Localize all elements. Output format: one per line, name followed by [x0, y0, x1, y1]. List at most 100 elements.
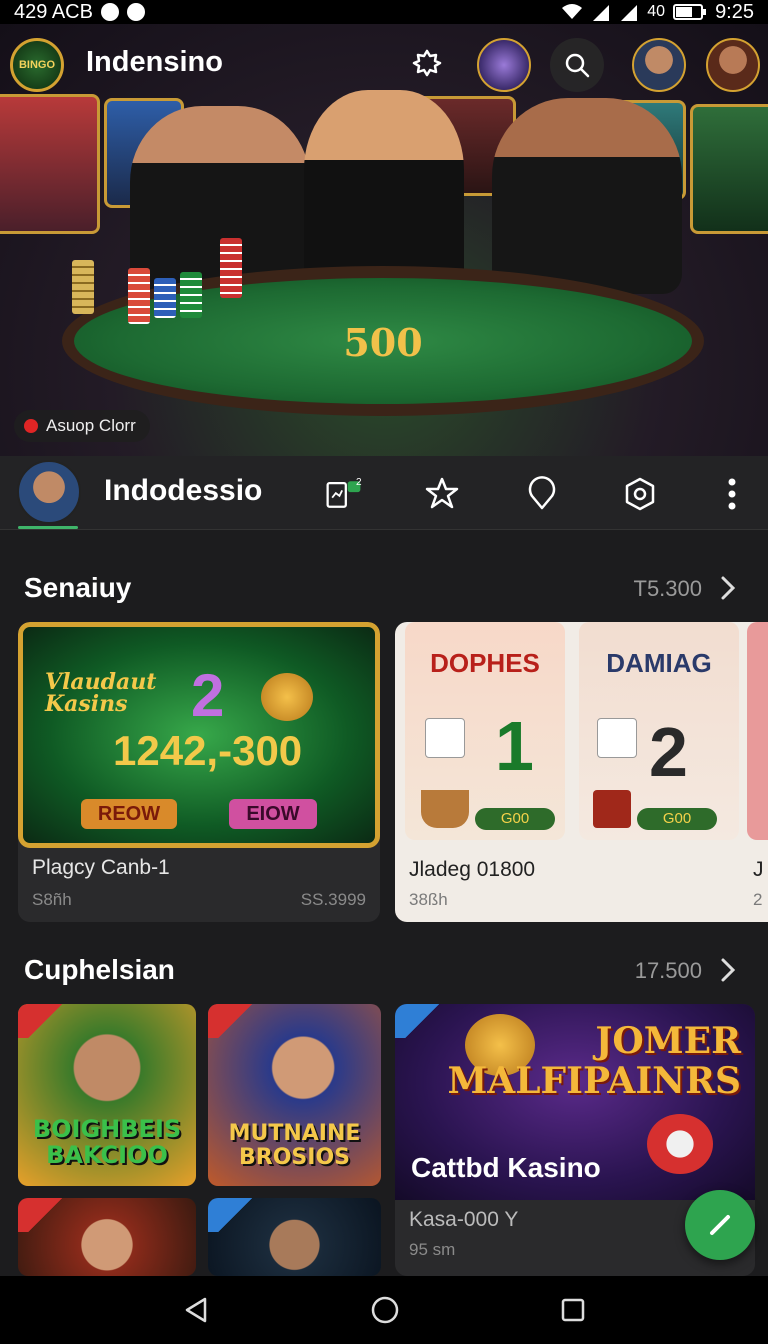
recents-icon — [561, 1298, 585, 1322]
edit-icon — [710, 1215, 730, 1235]
featured-button-right[interactable]: EIOW — [229, 799, 317, 829]
chip-stack — [154, 278, 176, 318]
home-icon — [371, 1296, 399, 1324]
casino-card-art: JOMER MALFIPAINRS Cattbd Kasino — [395, 1004, 755, 1200]
chip-stack — [72, 260, 94, 314]
chevron-right-icon — [721, 958, 736, 982]
recents-button[interactable] — [551, 1290, 595, 1330]
notification-icon-2 — [126, 3, 145, 21]
game-card-dophes[interactable]: DOPHES 1 G00 — [405, 622, 565, 840]
card4-caption-sub: 2 — [753, 890, 763, 909]
profile-name: Indodessio — [104, 474, 263, 507]
game-thumb[interactable] — [208, 1198, 381, 1276]
game-card-partial[interactable] — [747, 622, 768, 840]
featured-card-art: Vlaudaut Kasins 2 1242,-300 REOW EIOW — [18, 622, 380, 848]
card4-caption-title: J — [753, 858, 764, 881]
system-nav-bar — [0, 1276, 768, 1344]
slot-machine-right-3 — [690, 104, 768, 234]
casino-caption-title: Kasa-000 Y — [409, 1208, 519, 1231]
home-button[interactable] — [363, 1290, 407, 1330]
featured-caption: Plagcy Canb-1 S8ñh SS.3999 — [18, 848, 380, 922]
signal-icon — [593, 5, 610, 21]
wallet-button[interactable]: 2 — [324, 474, 364, 514]
section-title: Senaiuy — [24, 572, 132, 603]
casino-caption-sub: 95 sm — [409, 1240, 456, 1259]
active-indicator — [18, 526, 78, 529]
app-logo[interactable]: BINGO — [10, 38, 64, 92]
card-number: 1 — [495, 707, 534, 785]
game-thumb[interactable]: MUTNAINE BROSIOS — [208, 1004, 381, 1186]
more-button[interactable] — [712, 474, 752, 514]
bear-mascot-icon — [261, 673, 313, 721]
favorites-button[interactable] — [422, 474, 462, 514]
casino-badge-icon — [647, 1114, 713, 1174]
shield-button[interactable] — [620, 474, 660, 514]
basket-icon — [421, 790, 469, 828]
featured-game-card[interactable]: Vlaudaut Kasins 2 1242,-300 REOW EIOW Pl… — [18, 622, 380, 922]
app-logo-text: BINGO — [18, 59, 56, 71]
treasure-icon — [593, 790, 631, 828]
notification-icon — [100, 3, 119, 21]
chip-value: G00 — [475, 808, 555, 830]
status-bar: 429 ACB 40 9:25 — [0, 0, 768, 24]
section-count: T5.300 — [633, 576, 703, 601]
featured-button-left[interactable]: REOW — [81, 799, 177, 829]
ribbon-badge — [208, 1198, 258, 1232]
location-button[interactable] — [522, 474, 562, 514]
slot-machine-left — [0, 94, 100, 234]
slot-game-avatar[interactable] — [477, 38, 531, 92]
game-thumb[interactable] — [18, 1198, 196, 1276]
thumb-title: MUTNAINE BROSIOS — [228, 1121, 361, 1171]
battery-icon — [673, 4, 707, 20]
casino-headline: JOMER MALFIPAINRS — [447, 1020, 741, 1102]
playing-cards-icon — [597, 718, 637, 758]
featured-big-number: 2 — [191, 662, 225, 729]
edit-fab-button[interactable] — [685, 1190, 755, 1260]
section-header-1: Senaiuy T5.300 — [0, 568, 768, 608]
casino-overlay-title: Cattbd Kasino — [411, 1152, 601, 1183]
dealer-right — [492, 98, 682, 294]
card2-caption-sub: 38ßh — [409, 890, 448, 909]
see-all-button[interactable] — [714, 572, 742, 604]
settings-icon — [412, 49, 442, 77]
back-button[interactable] — [174, 1290, 218, 1330]
more-icon — [728, 478, 736, 510]
settings-button[interactable] — [400, 36, 454, 90]
dealer-center — [304, 90, 464, 290]
ribbon-badge — [18, 1198, 68, 1232]
section-header-2: Cuphelsian 17.500 — [0, 950, 768, 990]
chip-value: G00 — [637, 808, 717, 830]
ribbon-badge — [208, 1004, 258, 1038]
chevron-right-icon — [721, 576, 736, 600]
notification-badge: 2 — [356, 477, 362, 488]
card-number: 2 — [649, 713, 688, 791]
featured-caption-sub: S8ñh — [32, 890, 72, 909]
featured-jackpot: 1242,-300 — [113, 727, 303, 774]
live-badge[interactable]: Asuop Clorr — [14, 410, 150, 442]
see-all-button[interactable] — [714, 954, 742, 986]
user-avatar-1[interactable] — [632, 38, 686, 92]
card2-caption-title: Jladeg 01800 — [409, 858, 536, 881]
battery-percent: 40 — [647, 3, 666, 20]
table-number: 500 — [343, 320, 423, 365]
profile-bar: Indodessio 2 — [0, 456, 768, 530]
featured-headline: Vlaudaut Kasins — [45, 669, 157, 717]
user-avatar-2[interactable] — [706, 38, 760, 92]
section-title: Cuphelsian — [24, 954, 175, 985]
chip-stack — [220, 238, 242, 298]
search-button[interactable] — [550, 38, 604, 92]
back-icon — [185, 1297, 207, 1323]
game-thumb[interactable]: BOIGHBEIS BAKCIOO — [18, 1004, 196, 1186]
status-time: 9:25 — [715, 0, 754, 23]
live-label: Asuop Clorr — [46, 416, 136, 435]
chip-stack — [180, 272, 202, 318]
ribbon-badge — [18, 1004, 68, 1038]
profile-avatar[interactable] — [17, 460, 81, 524]
wifi-icon — [562, 4, 583, 19]
thumb-title: BOIGHBEIS BAKCIOO — [32, 1115, 182, 1170]
section-count: 17.500 — [634, 958, 702, 983]
game-card-damiag[interactable]: DAMIAG 2 G00 — [579, 622, 739, 840]
game-card-panel: DOPHES 1 G00 DAMIAG 2 G00 Jladeg 01800 3… — [395, 622, 768, 922]
live-dot-icon — [24, 419, 38, 433]
playing-cards-icon — [425, 718, 465, 758]
